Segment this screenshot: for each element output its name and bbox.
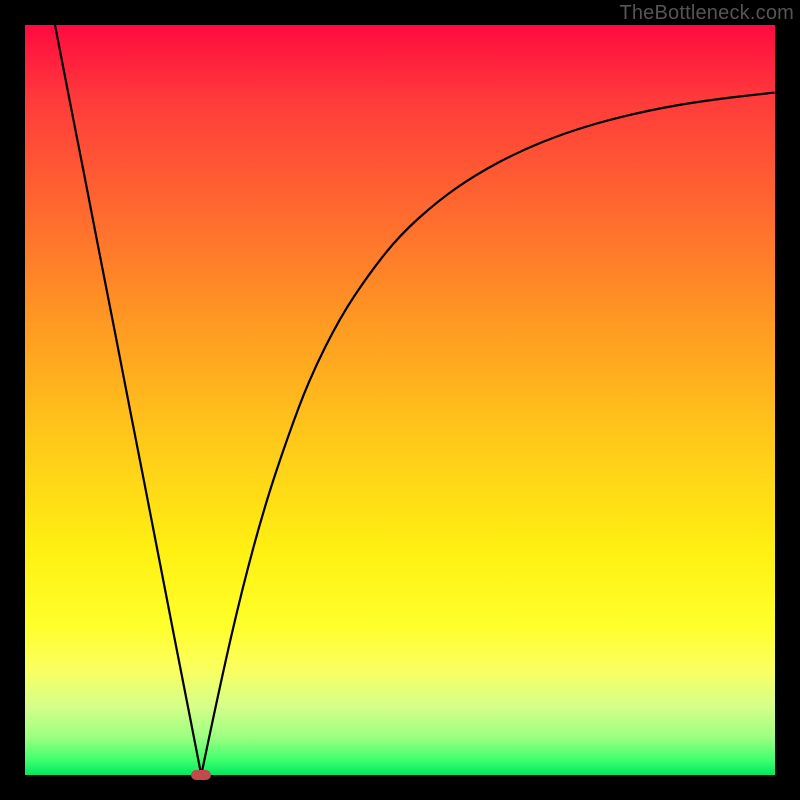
curve-left-branch bbox=[55, 25, 201, 775]
minimum-marker bbox=[191, 770, 211, 780]
chart-frame: TheBottleneck.com bbox=[0, 0, 800, 800]
plot-area bbox=[25, 25, 775, 775]
curve-right-branch bbox=[201, 93, 775, 776]
curve-layer bbox=[25, 25, 775, 775]
watermark-text: TheBottleneck.com bbox=[619, 2, 794, 25]
